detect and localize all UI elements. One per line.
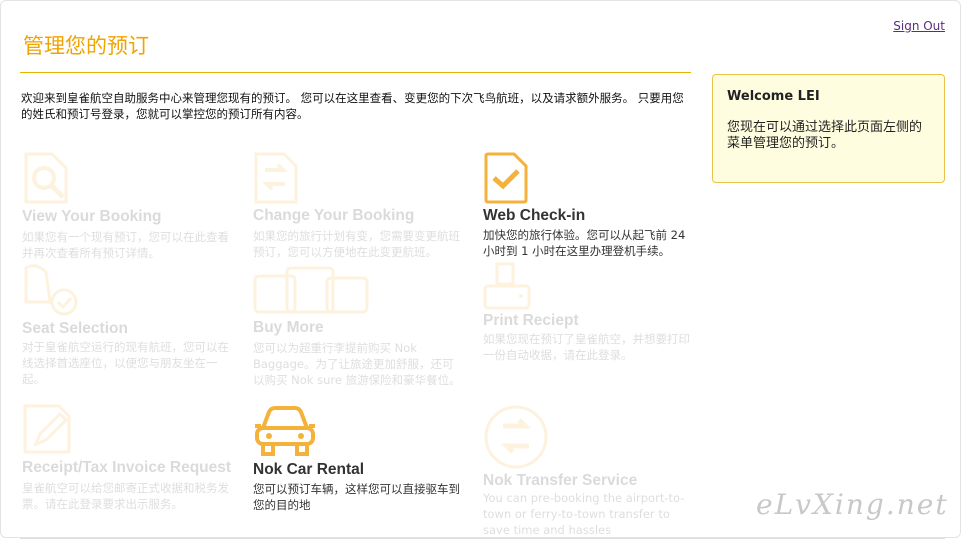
welcome-text: 您现在可以通过选择此页面左侧的菜单管理您的预订。: [727, 120, 923, 151]
tile-name: Seat Selection: [22, 320, 128, 337]
transfer-arrows-icon: [483, 404, 549, 474]
tile-name: Nok Car Rental: [253, 461, 365, 478]
tile-desc: 如果您的旅行计划有变，您需要变更航班预订，您可以方便地在此变更航班。: [253, 229, 460, 259]
tile-name: Receipt/Tax Invoice Request: [22, 459, 232, 476]
sign-out-link[interactable]: Sign Out: [893, 19, 945, 33]
tile-desc: 如果您现在预订了皇雀航空，并想要打印一份自动收据，请在此登录。: [483, 332, 690, 362]
luggage-icon: [253, 262, 373, 322]
tile-seat-selection[interactable]: Seat Selection 对于皇雀航空运行的现有航班，您可以在线选择首选座位…: [22, 262, 232, 392]
exchange-document-icon: [253, 152, 299, 208]
tile-transfer[interactable]: Nok Transfer Service You can pre-booking…: [483, 404, 693, 537]
checkmark-document-icon: [483, 152, 529, 208]
tile-name: Print Reciept: [483, 312, 579, 329]
tile-name: View Your Booking: [22, 208, 162, 225]
tile-view-booking[interactable]: View Your Booking 如果您有一个现有预订，您可以在此查看并再次查…: [22, 152, 232, 262]
printer-icon: [483, 262, 533, 318]
tile-desc: 对于皇雀航空运行的现有航班，您可以在线选择首选座位，以便您与朋友坐在一起。: [22, 340, 229, 386]
welcome-panel: Welcome LEI 您现在可以通过选择此页面左侧的菜单管理您的预订。: [712, 74, 945, 183]
title-divider: [20, 72, 691, 73]
pencil-document-icon: [22, 404, 72, 460]
tile-desc: You can pre-booking the airport-to-town …: [483, 491, 685, 537]
tile-change-booking[interactable]: Change Your Booking 如果您的旅行计划有变，您需要变更航班预订…: [253, 152, 463, 262]
tile-desc: 您可以预订车辆，这样您可以直接驱车到您的目的地: [253, 482, 460, 512]
tile-name: Web Check-in: [483, 207, 586, 224]
tile-print-receipt[interactable]: Print Reciept 如果您现在预订了皇雀航空，并想要打印一份自动收据，请…: [483, 262, 693, 372]
welcome-title: Welcome LEI: [727, 89, 820, 104]
tile-name: Nok Transfer Service: [483, 472, 638, 489]
tile-name: Change Your Booking: [253, 207, 415, 224]
tile-tax-invoice[interactable]: Receipt/Tax Invoice Request 皇雀航空可以给您邮寄正式…: [22, 404, 232, 514]
intro-text: 欢迎来到皇雀航空自助服务中心来管理您现有的预订。 您可以在这里查看、变更您的下次…: [21, 91, 684, 121]
car-icon: [253, 404, 317, 462]
seat-icon: [22, 262, 82, 322]
watermark: eLvXing.net: [756, 488, 949, 521]
search-document-icon: [22, 152, 72, 208]
tile-desc: 加快您的旅行体验。您可以从起飞前 24 小时到 1 小时在这里办理登机手续。: [483, 228, 686, 258]
bottom-divider: [20, 538, 945, 539]
tile-desc: 皇雀航空可以给您邮寄正式收据和税务发票。请在此登录要求出示服务。: [22, 481, 229, 511]
tile-web-checkin[interactable]: Web Check-in 加快您的旅行体验。您可以从起飞前 24 小时到 1 小…: [483, 152, 693, 262]
tile-buy-more[interactable]: Buy More 您可以为超重行李提前购买 Nok Baggage。为了让旅途更…: [253, 262, 463, 402]
tile-desc: 如果您有一个现有预订，您可以在此查看并再次查看所有预订详情。: [22, 230, 229, 260]
tile-car-rental[interactable]: Nok Car Rental 您可以预订车辆，这样您可以直接驱车到您的目的地: [253, 404, 463, 514]
tile-name: Buy More: [253, 319, 324, 336]
page-title: 管理您的预订: [23, 34, 149, 58]
tile-desc: 您可以为超重行李提前购买 Nok Baggage。为了让旅途更加舒服，还可以购买…: [253, 341, 461, 387]
